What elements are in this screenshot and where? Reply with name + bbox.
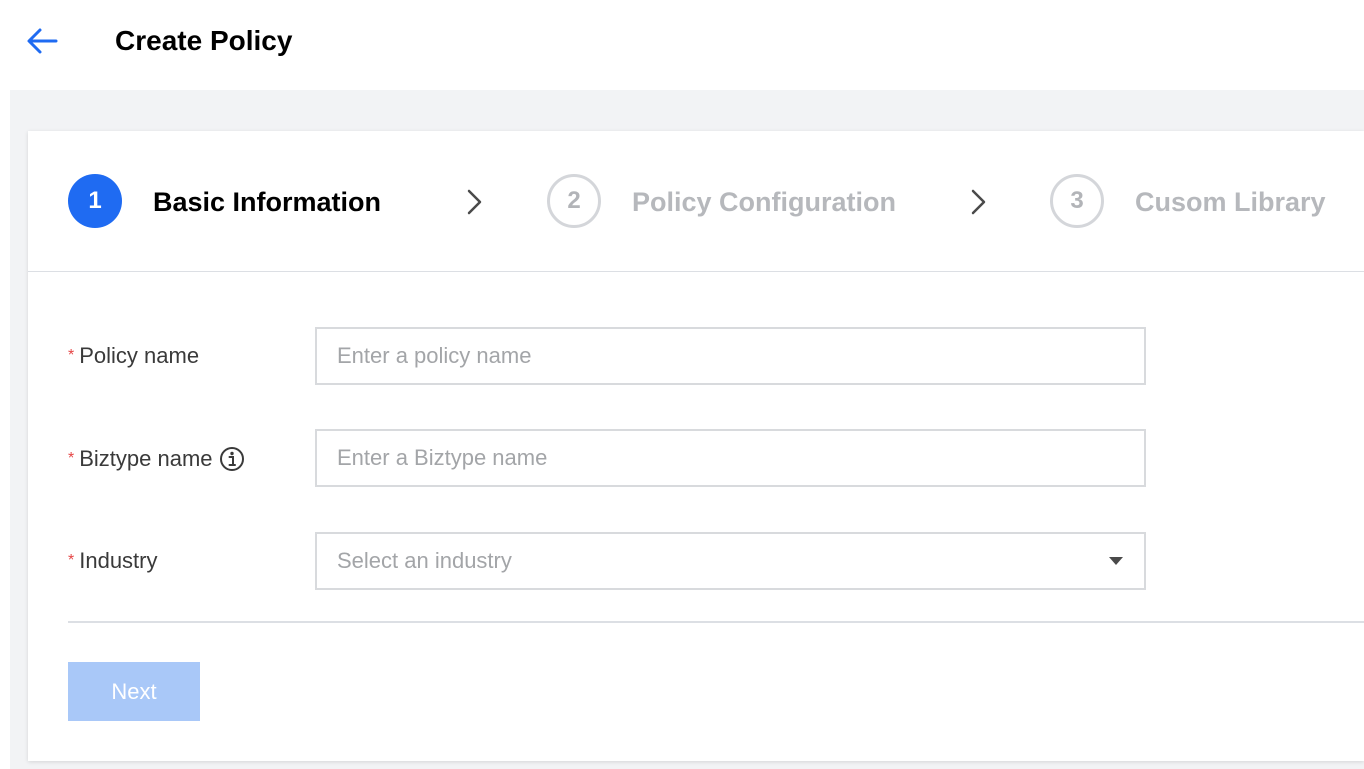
form-divider	[68, 621, 1364, 623]
biztype-name-input[interactable]	[315, 429, 1146, 487]
step-1-label: Basic Information	[153, 187, 382, 217]
biztype-name-label-text: Biztype name	[79, 446, 213, 471]
steps-bar: 1 Basic Information 2 Policy Configurati…	[28, 131, 1364, 272]
required-mark: *	[68, 450, 75, 467]
policy-name-input[interactable]	[315, 327, 1146, 385]
page-title: Create Policy	[115, 25, 293, 56]
policy-name-label-text: Policy name	[79, 343, 200, 368]
form-card: 1 Basic Information 2 Policy Configurati…	[28, 131, 1364, 761]
industry-label-text: Industry	[79, 548, 158, 573]
policy-name-label: * Policy name	[68, 341, 199, 371]
step-2-number: 2	[547, 174, 601, 228]
required-mark: *	[68, 552, 75, 569]
industry-select-placeholder: Select an industry	[337, 548, 512, 573]
chevron-right-icon	[467, 189, 482, 215]
biztype-name-label: * Biztype name	[68, 444, 245, 474]
required-mark: *	[68, 347, 75, 364]
back-button[interactable]	[24, 24, 60, 58]
step-3-number: 3	[1050, 174, 1104, 228]
next-button[interactable]: Next	[68, 662, 200, 721]
industry-label: * Industry	[68, 546, 158, 576]
page-frame: Create Policy 1 Basic Information 2 Poli…	[10, 10, 1364, 769]
industry-select[interactable]: Select an industry	[315, 532, 1146, 590]
chevron-right-icon	[971, 189, 986, 215]
step-3-label: Cusom Library	[1135, 187, 1326, 217]
page-header: Create Policy	[10, 10, 1364, 90]
step-1-number: 1	[68, 174, 122, 228]
arrow-left-icon	[27, 28, 58, 54]
step-2-label: Policy Configuration	[632, 187, 897, 217]
caret-down-icon	[1109, 557, 1123, 565]
info-circle-icon[interactable]	[219, 446, 245, 472]
